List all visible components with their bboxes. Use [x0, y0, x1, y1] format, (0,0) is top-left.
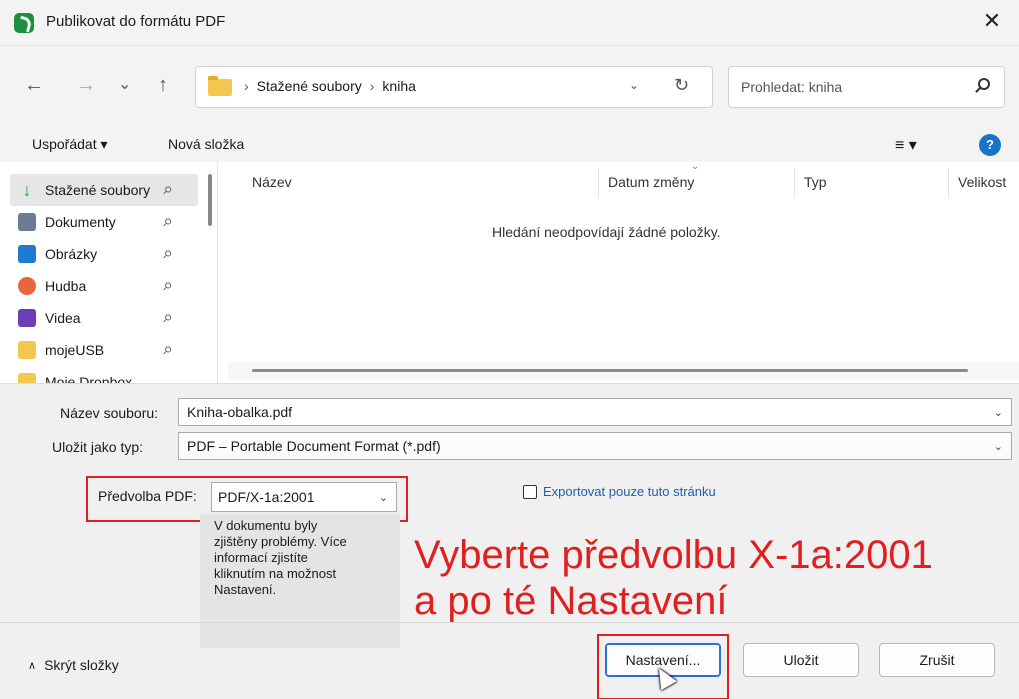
recent-locations-icon[interactable]: ⌄: [118, 74, 131, 94]
title-bar: Publikovat do formátu PDF ✕: [0, 0, 1019, 46]
sidebar-item-label: mojeUSB: [45, 342, 105, 358]
export-page-only-label[interactable]: Exportovat pouze tuto stránku: [543, 483, 723, 501]
refresh-icon[interactable]: ↻: [674, 75, 689, 96]
sidebar-item-pictures[interactable]: Obrázky ⚲: [10, 238, 198, 270]
note-line: V dokumentu byly: [214, 518, 318, 533]
horizontal-scrollbar[interactable]: [252, 369, 968, 372]
chevron-up-icon: ∧: [28, 659, 37, 672]
filename-value: Kniha-obalka.pdf: [187, 404, 293, 420]
column-divider[interactable]: [794, 168, 795, 198]
pin-icon: ⚲: [159, 343, 174, 358]
pin-icon: ⚲: [159, 311, 174, 326]
export-page-only-checkbox[interactable]: [523, 485, 537, 499]
sidebar-item-label: Obrázky: [45, 246, 98, 262]
sidebar-item-documents[interactable]: Dokumenty ⚲: [10, 206, 198, 238]
pin-icon: ⚲: [159, 183, 174, 198]
video-icon: [18, 309, 36, 327]
empty-results-message: Hledání neodpovídají žádné položky.: [492, 224, 721, 240]
folder-icon: [18, 373, 36, 383]
save-options-panel: Název souboru: Kniha-obalka.pdf ⌄ Uložit…: [0, 383, 1019, 699]
sidebar-item-videos[interactable]: Videa ⚲: [10, 302, 198, 334]
breadcrumb-item-kniha[interactable]: kniha: [382, 78, 415, 94]
breadcrumb: › Stažené soubory › kniha: [244, 78, 416, 94]
help-icon[interactable]: ?: [979, 134, 1001, 156]
pin-icon: ⚲: [159, 279, 174, 294]
annotation-line: a po té Nastavení: [414, 579, 728, 623]
chevron-down-icon[interactable]: ⌄: [379, 491, 388, 504]
chevron-down-icon[interactable]: ⌄: [994, 440, 1003, 453]
breadcrumb-item-downloads[interactable]: Stažené soubory: [257, 78, 362, 94]
music-icon: [18, 277, 36, 295]
sidebar-item-usb[interactable]: mojeUSB ⚲: [10, 334, 198, 366]
sidebar-item-dropbox[interactable]: Moje Dropbox: [10, 366, 198, 383]
cancel-button[interactable]: Zrušit: [879, 643, 995, 677]
app-icon: [14, 13, 34, 33]
note-line: informací zjistíte: [214, 550, 308, 565]
file-list: ⌄ Název Datum změny Typ Velikost Hledání…: [228, 161, 1019, 383]
sidebar-item-label: Dokumenty: [45, 214, 116, 230]
forward-arrow-icon[interactable]: →: [76, 74, 96, 97]
file-type-value: PDF – Portable Document Format (*.pdf): [187, 438, 441, 454]
view-options-icon[interactable]: ≡ ▾: [895, 135, 917, 155]
hide-folders-toggle[interactable]: ∧ Skrýt složky: [28, 657, 119, 673]
chevron-down-icon[interactable]: ⌄: [629, 78, 639, 92]
preset-warning-note: V dokumentu byly zjištěny problémy. Více…: [200, 514, 400, 648]
search-icon[interactable]: [978, 78, 990, 90]
column-header-type[interactable]: Typ: [804, 174, 827, 190]
column-divider[interactable]: [948, 168, 949, 198]
organize-menu[interactable]: Uspořádat ▾: [32, 136, 108, 153]
sidebar-item-label: Stažené soubory: [45, 182, 151, 198]
pdf-preset-value: PDF/X-1a:2001: [218, 489, 315, 505]
pin-icon: ⚲: [159, 247, 174, 262]
folder-icon: [208, 76, 232, 96]
search-placeholder: Prohledat: kniha: [741, 79, 843, 95]
new-folder-button[interactable]: Nová složka: [168, 136, 244, 152]
column-divider[interactable]: [598, 168, 599, 198]
filename-field[interactable]: Kniha-obalka.pdf ⌄: [178, 398, 1012, 426]
navigation-bar: ← → ⌄ ↑ › Stažené soubory › kniha ⌄ ↻ Pr…: [0, 46, 1019, 128]
navigation-pane: ↓ Stažené soubory ⚲ Dokumenty ⚲ Obrázky …: [0, 162, 218, 383]
filename-label: Název souboru:: [60, 405, 159, 421]
sidebar-item-music[interactable]: Hudba ⚲: [10, 270, 198, 302]
annotation-line: Vyberte předvolbu X-1a:2001: [414, 533, 933, 577]
address-bar[interactable]: › Stažené soubory › kniha ⌄ ↻: [195, 66, 713, 108]
sidebar-item-downloads[interactable]: ↓ Stažené soubory ⚲: [10, 174, 198, 206]
command-bar: Uspořádat ▾ Nová složka ≡ ▾ ?: [0, 128, 1019, 162]
chevron-right-icon: ›: [244, 78, 249, 94]
pin-icon: ⚲: [159, 215, 174, 230]
download-icon: ↓: [22, 180, 32, 200]
file-type-label: Uložit jako typ:: [52, 439, 144, 455]
save-button[interactable]: Uložit: [743, 643, 859, 677]
divider: [0, 622, 1019, 623]
window-title: Publikovat do formátu PDF: [46, 13, 226, 30]
file-type-select[interactable]: PDF – Portable Document Format (*.pdf) ⌄: [178, 432, 1012, 460]
pictures-icon: [18, 245, 36, 263]
column-header-name[interactable]: Název: [252, 174, 292, 190]
hide-folders-label: Skrýt složky: [44, 657, 119, 673]
note-line: zjištěny problémy. Více: [214, 534, 347, 549]
column-header-size[interactable]: Velikost: [958, 174, 1006, 190]
pdf-preset-label: Předvolba PDF:: [98, 488, 197, 504]
close-icon[interactable]: ✕: [977, 8, 1007, 34]
instruction-annotation: Vyberte předvolbu X-1a:2001 a po té Nast…: [414, 532, 933, 624]
column-header-date[interactable]: Datum změny: [608, 174, 694, 190]
folder-icon: [18, 341, 36, 359]
back-arrow-icon[interactable]: ←: [24, 74, 44, 97]
sidebar-scrollbar[interactable]: [208, 174, 212, 226]
up-arrow-icon[interactable]: ↑: [158, 74, 168, 97]
search-input[interactable]: Prohledat: kniha: [728, 66, 1005, 108]
note-line: kliknutím na možnost: [214, 566, 337, 581]
sidebar-item-label: Hudba: [45, 278, 87, 294]
chevron-down-icon[interactable]: ⌄: [994, 406, 1003, 419]
sidebar-item-label: Videa: [45, 310, 81, 326]
note-line: Nastavení.: [214, 582, 277, 597]
sidebar-item-label: Moje Dropbox: [45, 374, 133, 383]
chevron-right-icon: ›: [369, 78, 375, 94]
sort-indicator-icon: ⌄: [691, 161, 700, 172]
pdf-preset-select[interactable]: PDF/X-1a:2001 ⌄: [211, 482, 397, 512]
document-icon: [18, 213, 36, 231]
